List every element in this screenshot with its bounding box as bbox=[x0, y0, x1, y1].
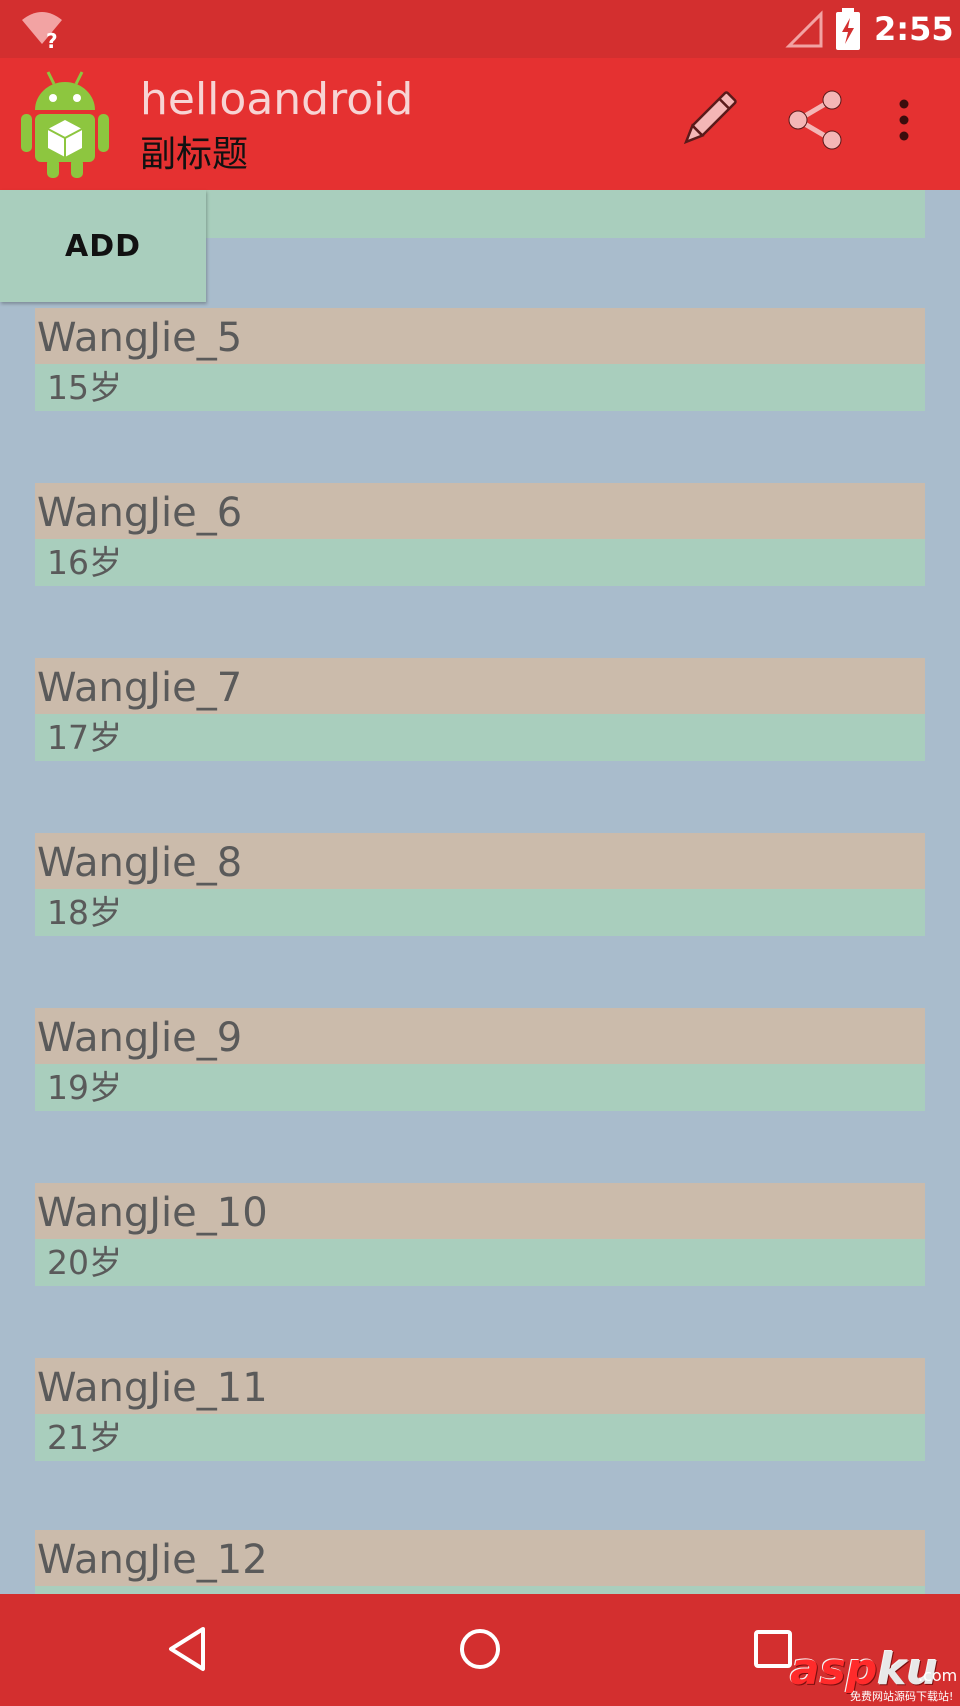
item-name: WangJie_5 bbox=[35, 308, 925, 364]
item-age bbox=[35, 1586, 925, 1594]
add-button[interactable]: ADD bbox=[0, 190, 206, 302]
home-icon bbox=[456, 1625, 504, 1677]
signal-icon bbox=[785, 10, 825, 50]
item-name: WangJie_9 bbox=[35, 1008, 925, 1064]
app-title: helloandroid bbox=[140, 74, 414, 125]
watermark: aspku .com 免费网站源码下载站! bbox=[790, 1644, 960, 1706]
item-age: 17岁 bbox=[35, 714, 925, 761]
list-item[interactable]: WangJie_6 16岁 bbox=[35, 483, 925, 586]
item-name: WangJie_12 bbox=[35, 1530, 925, 1586]
app-bar: helloandroid 副标题 bbox=[0, 58, 960, 190]
list-item[interactable]: WangJie_11 21岁 bbox=[35, 1358, 925, 1461]
item-name: WangJie_10 bbox=[35, 1183, 925, 1239]
item-name: WangJie_8 bbox=[35, 833, 925, 889]
item-age: 18岁 bbox=[35, 889, 925, 936]
status-bar: ? 2:55 bbox=[0, 0, 960, 58]
pencil-icon bbox=[673, 85, 743, 159]
list-item[interactable]: WangJie_9 19岁 bbox=[35, 1008, 925, 1111]
back-button[interactable] bbox=[152, 1616, 222, 1686]
list-item[interactable]: WangJie_7 17岁 bbox=[35, 658, 925, 761]
list-container[interactable]: WangJie_5 15岁 WangJie_6 16岁 WangJie_7 17… bbox=[0, 190, 960, 1594]
watermark-tagline: 免费网站源码下载站! bbox=[850, 1690, 954, 1703]
battery-charging-icon bbox=[834, 8, 862, 50]
overflow-menu-icon bbox=[898, 98, 910, 146]
item-age: 21岁 bbox=[35, 1414, 925, 1461]
svg-text:?: ? bbox=[46, 29, 58, 50]
share-icon bbox=[784, 88, 848, 156]
item-age: 19岁 bbox=[35, 1064, 925, 1111]
watermark-domain: .com bbox=[918, 1666, 958, 1685]
list-item[interactable]: WangJie_5 15岁 bbox=[35, 308, 925, 411]
share-button[interactable] bbox=[776, 82, 856, 162]
back-icon bbox=[163, 1623, 211, 1679]
item-name: WangJie_6 bbox=[35, 483, 925, 539]
recents-icon bbox=[751, 1627, 795, 1675]
edit-button[interactable] bbox=[668, 82, 748, 162]
list-item[interactable]: WangJie_10 20岁 bbox=[35, 1183, 925, 1286]
wifi-question-icon: ? bbox=[20, 10, 64, 53]
home-button[interactable] bbox=[445, 1616, 515, 1686]
item-age: 20岁 bbox=[35, 1239, 925, 1286]
status-time: 2:55 bbox=[874, 10, 954, 48]
item-age: 16岁 bbox=[35, 539, 925, 586]
item-name: WangJie_11 bbox=[35, 1358, 925, 1414]
overflow-menu-button[interactable] bbox=[882, 82, 926, 162]
app-subtitle: 副标题 bbox=[140, 134, 249, 175]
list-item[interactable]: WangJie_8 18岁 bbox=[35, 833, 925, 936]
list-item[interactable]: WangJie_12 bbox=[35, 1530, 925, 1594]
android-logo-icon bbox=[18, 68, 112, 180]
item-age: 15岁 bbox=[35, 364, 925, 411]
item-name: WangJie_7 bbox=[35, 658, 925, 714]
